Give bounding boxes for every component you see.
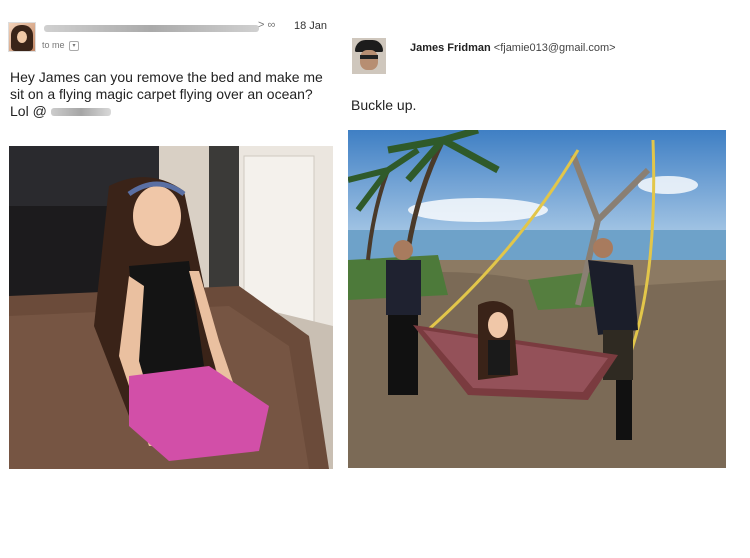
original-photo-image: [9, 146, 333, 469]
reply-sender-name: James Fridman: [410, 42, 491, 54]
edited-photo: [348, 130, 726, 468]
original-photo: [9, 146, 333, 469]
reply-avatar: [352, 38, 386, 74]
reply-sender: James Fridman <fjamie013@gmail.com>: [410, 42, 616, 54]
reply-sender-email: <fjamie013@gmail.com>: [493, 42, 616, 54]
reply-text: Buckle up.: [351, 97, 417, 113]
edited-photo-image: [348, 130, 726, 468]
recipient-label: to me: [42, 40, 65, 50]
email-message: Hey James can you remove the bed and mak…: [10, 69, 330, 120]
sender-avatar: [8, 22, 36, 52]
redacted-mention: [50, 108, 111, 117]
email-date: 18 Jan: [294, 20, 328, 32]
recipient-line[interactable]: to me ▾: [42, 40, 80, 51]
link-icon: > ∞: [258, 19, 276, 31]
redacted-sender-name: [44, 25, 259, 32]
chevron-down-icon[interactable]: ▾: [69, 40, 80, 51]
